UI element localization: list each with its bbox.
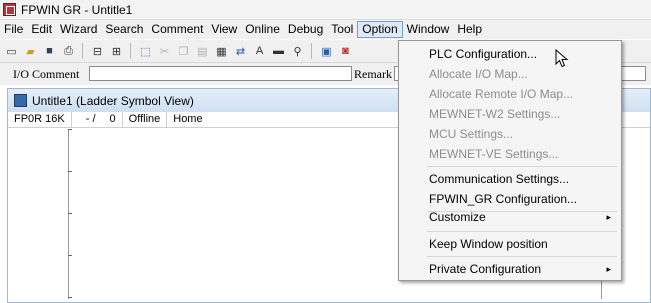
- menu-search[interactable]: Search: [101, 21, 147, 38]
- menu-item-keep-window-position[interactable]: Keep Window position: [401, 234, 619, 254]
- menu-item-private-configuration[interactable]: Private Configuration ▸: [401, 259, 619, 279]
- menu-comment[interactable]: Comment: [147, 21, 207, 38]
- submenu-arrow-icon: ▸: [606, 212, 611, 222]
- menu-debug[interactable]: Debug: [284, 21, 327, 38]
- title-bar: FPWIN GR - Untitle1: [0, 0, 651, 20]
- breakpoint-icon[interactable]: ◙: [338, 44, 353, 59]
- menu-item-communication-settings[interactable]: Communication Settings...: [401, 169, 619, 189]
- toolbar-divider: [130, 43, 131, 59]
- child-window-title: Untitle1 (Ladder Symbol View): [32, 93, 194, 108]
- menu-separator: [427, 256, 617, 257]
- menu-wizard[interactable]: Wizard: [56, 21, 101, 38]
- menu-tool[interactable]: Tool: [327, 21, 357, 38]
- mouse-pointer-icon: [555, 49, 569, 68]
- io-comment-label: I/O Comment: [13, 67, 80, 81]
- menu-item-allocate-remote-io-map[interactable]: Allocate Remote I/O Map...: [401, 84, 619, 104]
- menu-online[interactable]: Online: [241, 21, 284, 38]
- save-icon[interactable]: ■: [42, 44, 57, 59]
- menu-help[interactable]: Help: [453, 21, 486, 38]
- text-icon[interactable]: A: [252, 44, 267, 59]
- paste-icon[interactable]: ▤: [195, 44, 210, 59]
- transfer-icon[interactable]: ⇄: [233, 44, 248, 59]
- bar-icon[interactable]: ▬: [271, 44, 286, 59]
- rung-marker: [68, 213, 72, 214]
- monitor2-icon[interactable]: ⊞: [109, 44, 124, 59]
- menu-option[interactable]: Option: [357, 21, 403, 38]
- right-power-rail: [601, 279, 602, 299]
- menu-view[interactable]: View: [207, 21, 241, 38]
- module-icon[interactable]: ▣: [319, 44, 334, 59]
- menu-item-mcu-settings[interactable]: MCU Settings...: [401, 124, 619, 144]
- option-dropdown-menu: PLC Configuration... Allocate I/O Map...…: [398, 40, 622, 281]
- menu-file[interactable]: File: [0, 21, 27, 38]
- io-comment-input[interactable]: [89, 66, 352, 81]
- toolbar-divider: [82, 43, 83, 59]
- menu-separator: [427, 166, 617, 167]
- block-icon[interactable]: ▦: [214, 44, 229, 59]
- cursor-location: Home: [173, 113, 203, 125]
- submenu-arrow-icon: ▸: [606, 264, 611, 274]
- step-indicator: - /: [85, 113, 96, 125]
- online-mode: Offline: [123, 112, 168, 127]
- find-icon[interactable]: ⚲: [290, 44, 305, 59]
- menu-item-plc-configuration[interactable]: PLC Configuration...: [401, 44, 619, 64]
- menu-window[interactable]: Window: [403, 21, 454, 38]
- select-icon[interactable]: ⬚: [138, 44, 153, 59]
- menu-item-mewnet-w2-settings[interactable]: MEWNET-W2 Settings...: [401, 104, 619, 124]
- menu-item-allocate-io-map[interactable]: Allocate I/O Map...: [401, 64, 619, 84]
- copy-icon[interactable]: ❐: [176, 44, 191, 59]
- rung-marker: [68, 129, 72, 130]
- menu-separator: [427, 231, 617, 232]
- app-icon: [3, 3, 16, 16]
- open-icon[interactable]: ▰: [23, 44, 38, 59]
- plc-type: FP0R 16K: [8, 112, 72, 127]
- step-count: 0: [104, 112, 123, 127]
- ladder-window-icon: [14, 94, 27, 107]
- menu-item-fpwin-gr-configuration[interactable]: FPWIN_GR Configuration...: [401, 189, 619, 209]
- rung-marker: [68, 255, 72, 256]
- monitor-icon[interactable]: ⊟: [90, 44, 105, 59]
- cut-icon[interactable]: ✂: [157, 44, 172, 59]
- menu-item-customize[interactable]: Customize ▸: [401, 207, 619, 227]
- menu-edit[interactable]: Edit: [27, 21, 56, 38]
- print-icon[interactable]: ⎙: [61, 44, 76, 59]
- remark-label: Remark: [354, 67, 392, 81]
- customize-label: Customize: [429, 210, 486, 224]
- rung-marker: [68, 297, 72, 298]
- window-title: FPWIN GR - Untitle1: [21, 2, 133, 17]
- toolbar-divider: [311, 43, 312, 59]
- left-power-rail: [68, 129, 69, 299]
- rung-marker: [68, 171, 72, 172]
- new-icon[interactable]: ▭: [4, 44, 19, 59]
- private-configuration-label: Private Configuration: [429, 262, 542, 276]
- menu-bar: File Edit Wizard Search Comment View Onl…: [0, 20, 651, 39]
- menu-item-mewnet-ve-settings[interactable]: MEWNET-VE Settings...: [401, 144, 619, 164]
